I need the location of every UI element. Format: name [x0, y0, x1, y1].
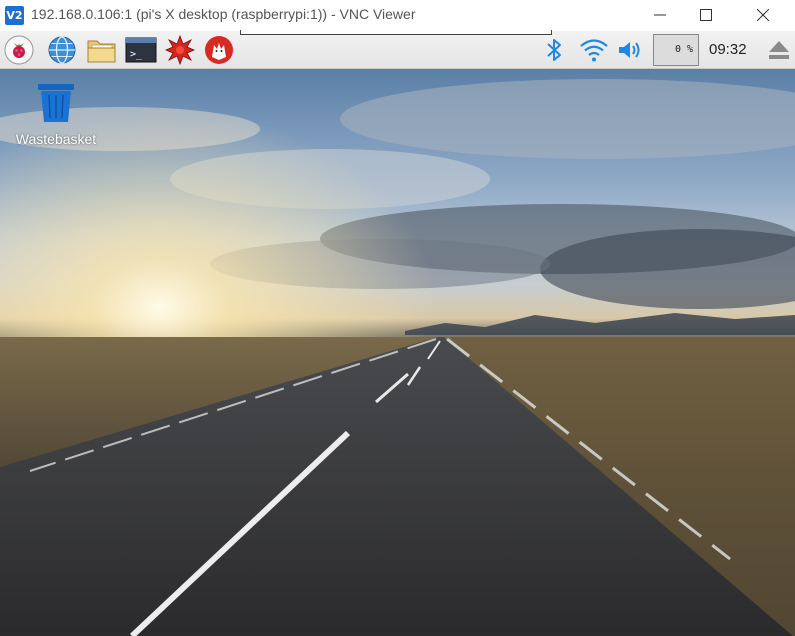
road-landscape-wallpaper	[0, 69, 795, 636]
window-titlebar: V2 192.168.0.106:1 (pi's X desktop (rasp…	[0, 0, 795, 31]
desktop-wallpaper[interactable]: Wastebasket	[0, 69, 795, 636]
file-manager-button[interactable]	[86, 35, 116, 65]
mathematica-button[interactable]	[164, 34, 196, 66]
wolfram-button[interactable]	[204, 35, 234, 65]
raspberry-menu-icon	[4, 35, 34, 65]
desktop-icon-wastebasket[interactable]: Wastebasket	[8, 81, 104, 147]
wolfram-icon	[205, 36, 233, 64]
cpu-usage-text: 0 %	[674, 44, 693, 55]
terminal-icon: >_	[125, 37, 157, 63]
maximize-icon	[700, 9, 712, 21]
terminal-button[interactable]: >_	[125, 35, 157, 65]
cpu-usage-monitor[interactable]: 0 %	[653, 34, 699, 66]
wifi-tray[interactable]	[578, 35, 608, 65]
bluetooth-icon	[547, 39, 561, 61]
web-browser-button[interactable]	[47, 35, 77, 65]
eject-icon	[769, 41, 789, 59]
taskbar-panel: >_ 0 % 09:32	[0, 31, 795, 69]
vnc-toolbar-handle[interactable]	[240, 30, 552, 35]
minimize-button[interactable]	[637, 0, 683, 31]
vnc-viewer-app-icon[interactable]: V2	[5, 6, 24, 25]
math-icon	[164, 34, 196, 66]
eject-button[interactable]	[765, 35, 795, 65]
desktop-icon-label: Wastebasket	[15, 131, 97, 147]
panel-clock[interactable]: 09:32	[709, 41, 747, 58]
close-button[interactable]	[740, 0, 786, 31]
wifi-icon	[580, 39, 608, 62]
minimize-icon	[654, 14, 666, 16]
volume-tray[interactable]	[615, 35, 645, 65]
close-icon	[757, 9, 769, 21]
raspberry-menu-button[interactable]	[4, 35, 34, 65]
svg-text:>_: >_	[130, 49, 143, 60]
bluetooth-tray[interactable]	[540, 35, 570, 65]
file-manager-icon	[87, 40, 116, 63]
trash-icon	[38, 84, 74, 122]
maximize-button[interactable]	[683, 0, 729, 31]
web-browser-icon	[48, 36, 76, 64]
window-title: 192.168.0.106:1 (pi's X desktop (raspber…	[31, 6, 416, 22]
volume-icon	[619, 42, 640, 58]
